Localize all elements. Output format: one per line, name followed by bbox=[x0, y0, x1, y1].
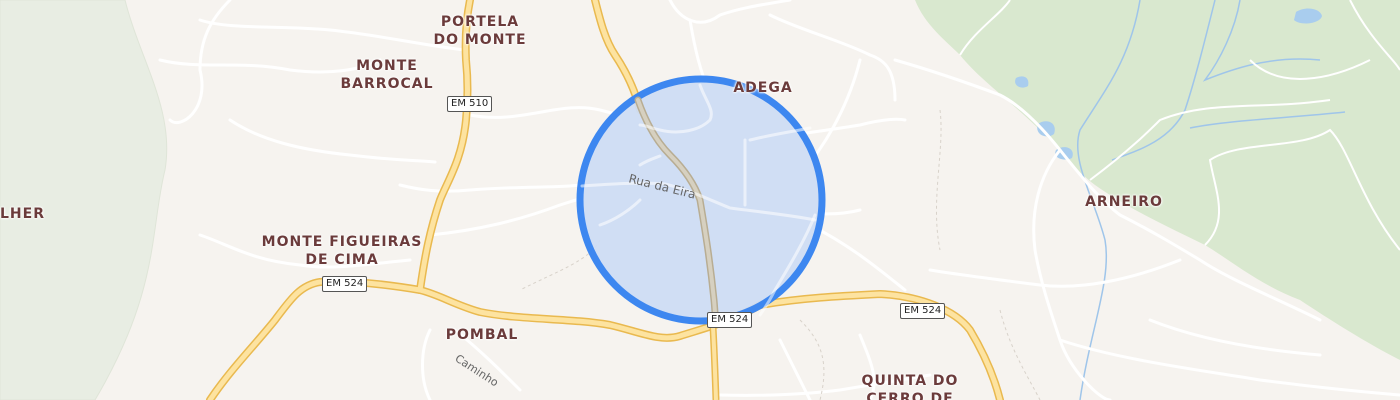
place-label-adega: ADEGA bbox=[733, 80, 793, 96]
place-label-quinta-do-cerro-de: QUINTA DO CERRO DE bbox=[861, 373, 959, 400]
street-label-caminho: Caminho bbox=[453, 352, 501, 390]
road-shield-em510: EM 510 bbox=[447, 96, 493, 112]
park-area-east bbox=[915, 0, 1400, 360]
map-canvas[interactable]: Rua da Eira Caminho PORTELA DO MONTE MON… bbox=[0, 0, 1400, 400]
place-label-monte-figueiras-de-cima: MONTE FIGUEIRAS DE CIMA bbox=[261, 234, 423, 268]
map-base-layer: Rua da Eira Caminho bbox=[0, 0, 1400, 400]
place-label-portela-do-monte: PORTELA DO MONTE bbox=[433, 14, 527, 48]
place-label-pombal: POMBAL bbox=[445, 327, 519, 343]
place-label-monte-barrocal: MONTE BARROCAL bbox=[340, 58, 434, 92]
road-shield-em524-west: EM 524 bbox=[322, 276, 368, 292]
forest-area-west bbox=[0, 0, 168, 400]
place-label-arneiro: ARNEIRO bbox=[1085, 194, 1163, 210]
road-shield-em524-east: EM 524 bbox=[900, 303, 946, 319]
place-label-lher: LHER bbox=[0, 206, 45, 222]
road-shield-em524-center: EM 524 bbox=[707, 312, 753, 328]
